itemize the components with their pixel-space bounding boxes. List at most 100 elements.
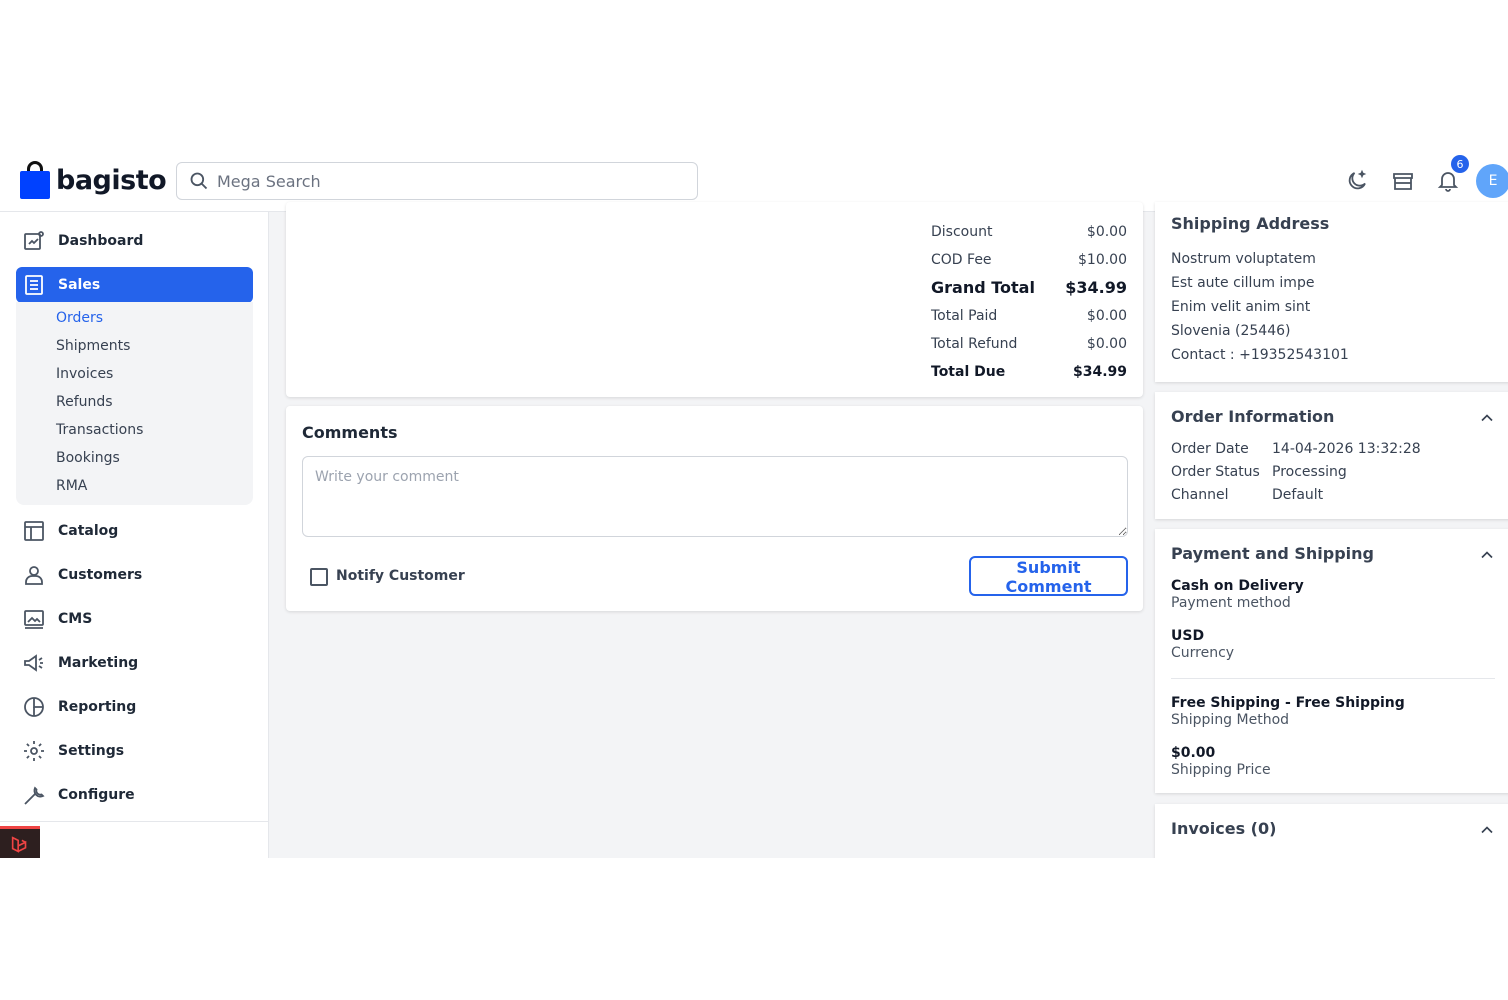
invoices-title: Invoices (0) <box>1171 819 1277 838</box>
dark-mode-icon[interactable] <box>1345 169 1369 193</box>
pie-chart-icon <box>24 697 44 717</box>
summary-value: $34.99 <box>1065 278 1127 297</box>
notify-customer-label[interactable]: Notify Customer <box>336 568 465 584</box>
sidebar-item-label: Sales <box>58 277 101 293</box>
order-information-card: Order Information Order Date 14-04-2026 … <box>1155 392 1508 519</box>
summary-discount: Discount $0.00 <box>931 224 1127 240</box>
gear-icon <box>24 741 44 761</box>
summary-cod-fee: COD Fee $10.00 <box>931 252 1127 268</box>
summary-label: Discount <box>931 224 993 240</box>
submenu-rma[interactable]: RMA <box>56 478 87 494</box>
brand-logo[interactable]: bagisto <box>20 161 167 199</box>
sidebar-item-label: Reporting <box>58 699 137 715</box>
summary-label: Total Paid <box>931 308 998 324</box>
submenu-bookings[interactable]: Bookings <box>56 450 120 466</box>
sidebar-item-reporting[interactable]: Reporting <box>16 689 253 725</box>
divider <box>1171 678 1495 679</box>
sidebar-item-dashboard[interactable]: Dashboard <box>16 223 253 259</box>
order-information-title: Order Information <box>1171 407 1335 426</box>
invoices-card: Invoices (0) <box>1155 804 1508 858</box>
summary-value: $0.00 <box>1086 336 1127 352</box>
payment-method-value: Cash on Delivery <box>1171 578 1304 594</box>
summary-total-paid: Total Paid $0.00 <box>931 308 1127 324</box>
submenu-invoices[interactable]: Invoices <box>56 366 113 382</box>
shipping-method-value: Free Shipping - Free Shipping <box>1171 695 1405 711</box>
sidebar-item-label: Settings <box>58 743 125 759</box>
notification-badge: 6 <box>1451 155 1469 173</box>
sidebar-item-customers[interactable]: Customers <box>16 557 253 593</box>
comment-textarea[interactable] <box>302 456 1128 537</box>
sidebar-item-cms[interactable]: CMS <box>16 601 253 637</box>
laravel-debugbar-icon[interactable] <box>0 826 40 858</box>
address-line: Slovenia (25446) <box>1171 323 1291 339</box>
shipping-address-title: Shipping Address <box>1171 214 1330 233</box>
comments-title: Comments <box>302 423 398 442</box>
search-icon <box>190 172 208 190</box>
order-status-label: Order Status <box>1171 464 1260 480</box>
channel-label: Channel <box>1171 487 1229 503</box>
order-status-value: Processing <box>1272 464 1347 480</box>
customers-icon <box>25 566 43 585</box>
summary-total-due: Total Due $34.99 <box>931 364 1127 380</box>
submenu-refunds[interactable]: Refunds <box>56 394 113 410</box>
submenu-orders[interactable]: Orders <box>56 310 103 326</box>
channel-value: Default <box>1272 487 1324 503</box>
order-date-label: Order Date <box>1171 441 1249 457</box>
chevron-up-icon[interactable] <box>1477 545 1497 565</box>
order-date-value: 14-04-2026 13:32:28 <box>1272 441 1421 457</box>
brand-name: bagisto <box>56 164 167 196</box>
summary-label: Total Refund <box>931 336 1018 352</box>
app-viewport: bagisto 6 E Dashboard Sales Orders Shipm… <box>0 147 1508 858</box>
sidebar-item-catalog[interactable]: Catalog <box>16 513 253 549</box>
sidebar-footer <box>0 821 269 858</box>
summary-value: $0.00 <box>1086 224 1127 240</box>
summary-value: $0.00 <box>1086 308 1127 324</box>
sidebar: Dashboard Sales Orders Shipments Invoice… <box>0 212 269 858</box>
user-avatar[interactable]: E <box>1476 164 1508 198</box>
payment-method-label: Payment method <box>1171 595 1291 611</box>
sidebar-item-label: Dashboard <box>58 233 144 249</box>
summary-value: $10.00 <box>1078 252 1127 268</box>
submenu-shipments[interactable]: Shipments <box>56 338 130 354</box>
search-input[interactable] <box>217 171 677 191</box>
comments-card: Comments Notify Customer Submit Comment <box>286 406 1143 611</box>
sidebar-item-marketing[interactable]: Marketing <box>16 645 253 681</box>
catalog-icon <box>24 521 44 541</box>
summary-total-refund: Total Refund $0.00 <box>931 336 1127 352</box>
shipping-method-label: Shipping Method <box>1171 712 1290 728</box>
address-line: Enim velit anim sint <box>1171 299 1311 315</box>
currency-value: USD <box>1171 628 1205 644</box>
address-line: Nostrum voluptatem <box>1171 251 1316 267</box>
sidebar-item-settings[interactable]: Settings <box>16 733 253 769</box>
summary-value: $34.99 <box>1072 364 1127 380</box>
sidebar-item-sales[interactable]: Sales <box>16 267 253 303</box>
sales-submenu: Orders Shipments Invoices Refunds Transa… <box>16 302 253 505</box>
payment-shipping-card: Payment and Shipping Cash on Delivery Pa… <box>1155 529 1508 793</box>
chevron-up-icon[interactable] <box>1477 820 1497 840</box>
sales-icon <box>25 275 43 295</box>
shopping-bag-icon <box>20 161 50 199</box>
sidebar-item-label: CMS <box>58 611 93 627</box>
summary-label: COD Fee <box>931 252 992 268</box>
sidebar-item-label: Catalog <box>58 523 119 539</box>
storefront-icon[interactable] <box>1391 169 1415 193</box>
mega-search[interactable] <box>176 162 698 200</box>
shipping-address-card: Shipping Address Nostrum voluptatem Est … <box>1155 202 1508 382</box>
sidebar-item-label: Customers <box>58 567 143 583</box>
sidebar-item-label: Marketing <box>58 655 139 671</box>
dashboard-icon <box>24 231 44 250</box>
wrench-icon <box>24 786 45 805</box>
notify-customer-checkbox[interactable] <box>310 568 328 586</box>
payment-shipping-title: Payment and Shipping <box>1171 544 1375 563</box>
megaphone-icon <box>24 654 43 672</box>
chevron-up-icon[interactable] <box>1477 408 1497 428</box>
shipping-price-label: Shipping Price <box>1171 762 1271 778</box>
order-summary-card: Discount $0.00 COD Fee $10.00 Grand Total $… <box>286 202 1143 397</box>
sidebar-item-configure[interactable]: Configure <box>16 777 253 813</box>
submenu-transactions[interactable]: Transactions <box>56 422 143 438</box>
summary-label: Grand Total <box>931 278 1035 297</box>
address-line: Est aute cillum impe <box>1171 275 1315 291</box>
sidebar-item-label: Configure <box>58 787 135 803</box>
submit-comment-button[interactable]: Submit Comment <box>969 556 1128 596</box>
currency-label: Currency <box>1171 645 1235 661</box>
